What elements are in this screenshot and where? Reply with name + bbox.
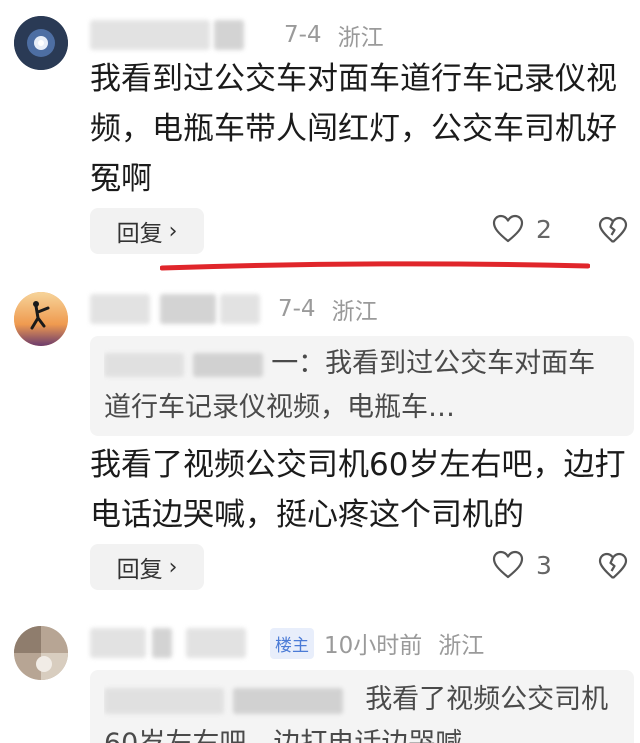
avatar[interactable] (14, 16, 68, 70)
comment-text: 我看了视频公交司机60岁左右吧，边打电话边哭喊，挺心疼这个司机的 (90, 447, 626, 533)
blurred-username (90, 628, 146, 658)
red-underline-annotation (160, 261, 590, 271)
comment-3: 楼主 10小时前 浙江 我看了视频公交司机60岁左右吧，边打电话边哭喊 (0, 616, 640, 743)
quoted-text-container: 我看了视频公交司机60岁左右吧，边打电话边哭喊 (104, 676, 620, 743)
avatar-image (14, 292, 68, 346)
blurred-username (192, 352, 263, 377)
reply-button[interactable]: 回复 › (90, 544, 204, 590)
blurred-username (104, 687, 224, 714)
like-count: 2 (536, 214, 552, 244)
quoted-text-container: 一：我看到过公交车对面车道行车记录仪视频，电瓶车… (104, 342, 620, 430)
comment-2: 7-4 浙江 一：我看到过公交车对面车道行车记录仪视频，电瓶车… 我看了视频公交… (0, 282, 640, 602)
reply-button[interactable]: 回复 › (90, 208, 204, 254)
author-badge: 楼主 (270, 627, 314, 659)
comment-meta: 7-4 浙江 (90, 18, 384, 52)
blurred-username (104, 352, 184, 377)
avatar-image (14, 16, 68, 70)
comment-meta: 7-4 浙江 (90, 292, 378, 326)
comment-date: 7-4 (284, 22, 322, 48)
quoted-comment[interactable]: 一：我看到过公交车对面车道行车记录仪视频，电瓶车… (90, 336, 634, 436)
blurred-username (214, 20, 244, 50)
comment-time: 10小时前 (324, 633, 423, 659)
chevron-right-icon: › (168, 554, 178, 580)
comment-meta: 楼主 10小时前 浙江 (90, 626, 484, 660)
comment-region: 浙江 (337, 25, 384, 51)
like-count: 3 (536, 550, 552, 580)
heart-outline-icon (492, 550, 524, 579)
quoted-comment[interactable]: 我看了视频公交司机60岁左右吧，边打电话边哭喊 (90, 670, 634, 743)
like-button[interactable]: 2 (492, 214, 552, 244)
blurred-username (152, 628, 172, 658)
blurred-username (160, 294, 216, 324)
comment-1: 7-4 浙江 我看到过公交车对面车道行车记录仪视频，电瓶车带人闯红灯，公交车司机… (0, 0, 640, 280)
chevron-right-icon: › (168, 218, 178, 244)
blurred-username (90, 294, 150, 324)
blurred-username (232, 687, 343, 714)
avatar[interactable] (14, 626, 68, 680)
heart-outline-icon (492, 214, 524, 243)
comment-region: 浙江 (331, 299, 378, 325)
broken-heart-icon (598, 552, 628, 579)
reply-label: 回复 (116, 221, 163, 247)
comment-date: 7-4 (278, 296, 316, 322)
avatar[interactable] (14, 292, 68, 346)
dislike-button[interactable] (598, 216, 628, 248)
avatar-image (14, 626, 68, 680)
reply-label: 回复 (116, 557, 163, 583)
blurred-username (186, 628, 246, 658)
blurred-username (220, 294, 260, 324)
like-button[interactable]: 3 (492, 550, 552, 580)
broken-heart-icon (598, 216, 628, 243)
comment-text: 我看到过公交车对面车道行车记录仪视频，电瓶车带人闯红灯，公交车司机好冤啊 (90, 61, 617, 197)
comment-region: 浙江 (438, 633, 485, 659)
dislike-button[interactable] (598, 552, 628, 584)
blurred-username (90, 20, 210, 50)
